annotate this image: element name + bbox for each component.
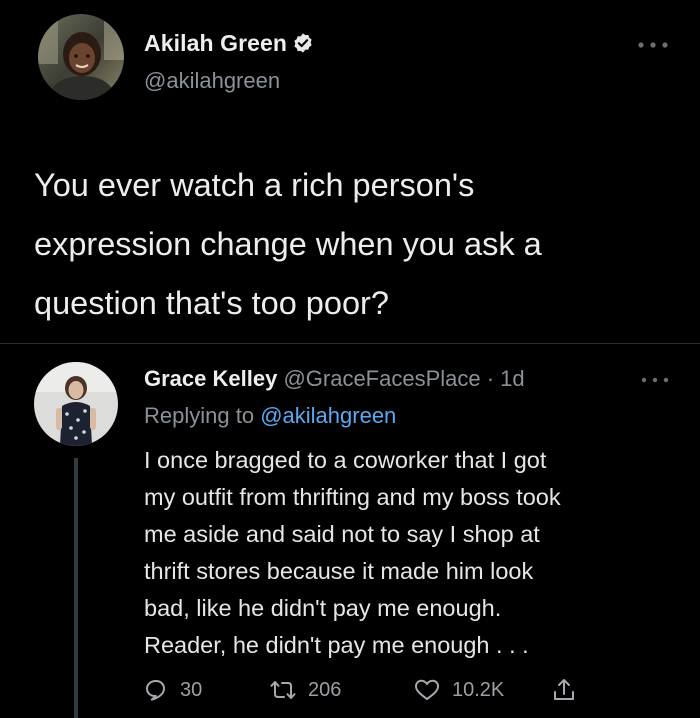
reply-author-avatar[interactable] (34, 362, 118, 446)
heart-icon (415, 679, 439, 700)
reply-tweet: Grace Kelley @GraceFacesPlace · 1d Reply… (0, 344, 700, 718)
reply-button[interactable]: 30 (144, 674, 202, 706)
like-button[interactable]: 10.2K (414, 674, 504, 706)
tweet-text: You ever watch a rich person's expressio… (34, 167, 542, 321)
replying-to: Replying to @akilahgreen (144, 403, 396, 429)
author-handle[interactable]: @akilahgreen (144, 68, 280, 94)
retweet-icon (270, 681, 296, 699)
replying-to-handle[interactable]: @akilahgreen (260, 403, 396, 428)
reply-actions: 30 206 10.2K (144, 674, 684, 706)
author-name[interactable]: Akilah Green (144, 30, 314, 57)
verified-badge-icon (294, 33, 312, 53)
reply-author-name[interactable]: Grace Kelley (144, 366, 277, 391)
author-name-text[interactable]: Akilah Green (144, 30, 287, 56)
reply-count: 30 (180, 678, 203, 701)
retweet-count: 206 (308, 678, 342, 701)
share-button[interactable] (552, 674, 576, 706)
replying-to-label: Replying to (144, 403, 255, 428)
thread-line (74, 458, 78, 718)
comment-icon (146, 680, 165, 701)
share-icon (554, 679, 574, 700)
reply-header: Grace Kelley @GraceFacesPlace · 1d (144, 366, 525, 392)
more-dots-icon[interactable] (636, 40, 670, 50)
reply-author-handle-time[interactable]: @GraceFacesPlace · 1d (283, 366, 524, 391)
main-tweet: Akilah Green @akilahgreen You ever watch… (0, 0, 700, 343)
reply-more-dots-icon[interactable] (640, 376, 670, 384)
author-avatar[interactable] (38, 14, 124, 100)
like-count: 10.2K (452, 678, 505, 701)
retweet-button[interactable]: 206 (270, 674, 341, 706)
reply-text: I once bragged to a coworker that I got … (144, 447, 561, 658)
